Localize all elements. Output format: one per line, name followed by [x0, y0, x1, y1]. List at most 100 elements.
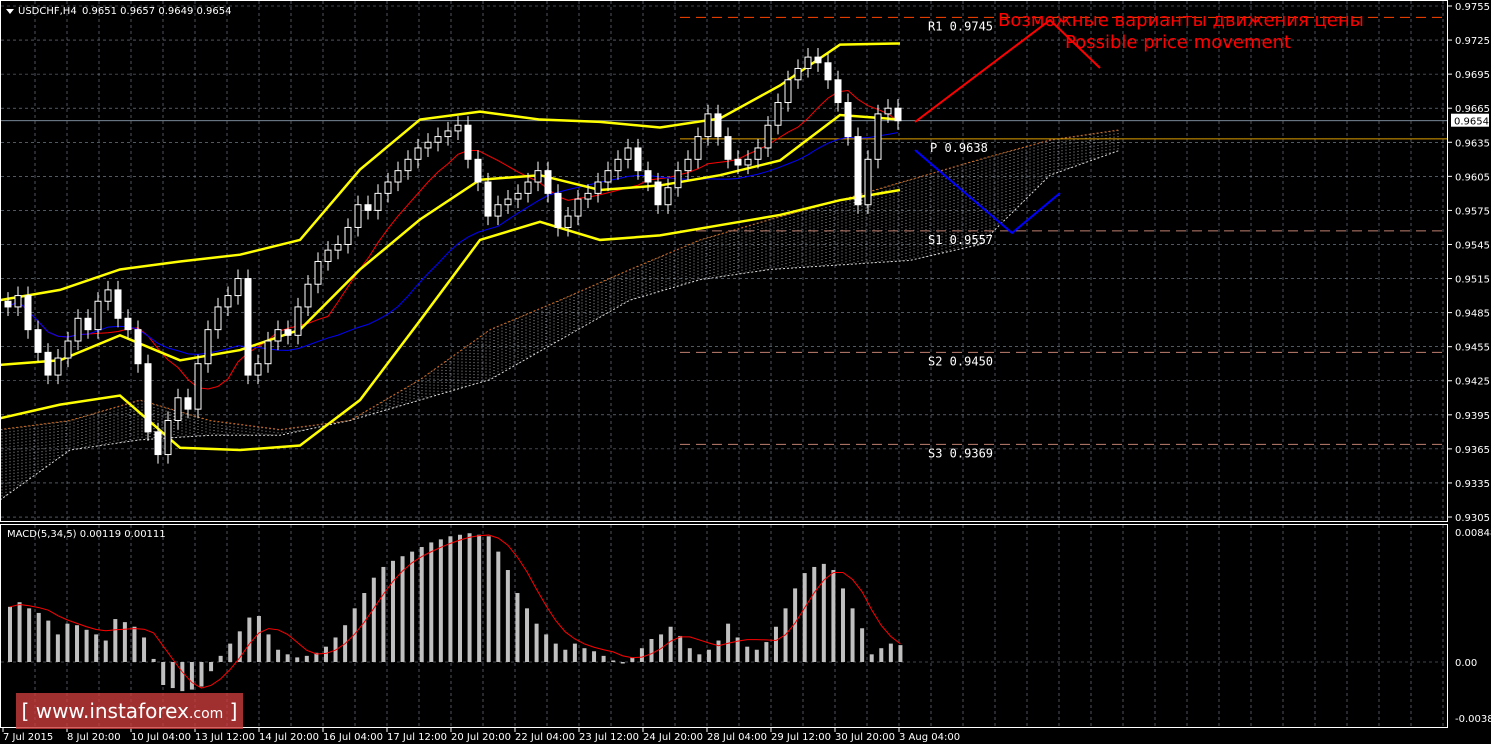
kijun-line: [7, 131, 899, 355]
candle-bull: [424, 141, 432, 149]
y-tick-label: 0.9365: [1455, 445, 1490, 456]
candle-bull: [534, 170, 542, 183]
candle-bear: [364, 204, 372, 211]
candle-bear: [714, 113, 722, 138]
candle-bull: [564, 215, 572, 228]
macd-bar: [247, 617, 252, 662]
candle-bear: [124, 317, 132, 331]
macd-signal-line: [9, 534, 901, 689]
y-tick-label: 0.9575: [1455, 206, 1490, 217]
candle-bull: [624, 147, 632, 160]
macd-bar: [505, 570, 510, 662]
macd-bar: [850, 608, 855, 662]
macd-bar: [706, 649, 711, 662]
macd-bar: [697, 654, 702, 662]
candle-bear: [554, 192, 562, 228]
macd-bar: [544, 634, 549, 662]
macd-bar: [611, 660, 616, 662]
macd-bar: [869, 654, 874, 662]
candle-bull: [324, 249, 332, 263]
forecast-down-line: [914, 149, 1061, 235]
macd-bar: [668, 626, 673, 662]
macd-bar: [898, 645, 903, 662]
macd-bar: [122, 622, 127, 662]
y-tick-label: 0.9335: [1455, 479, 1490, 490]
candles[interactable]: [4, 48, 902, 464]
candle-bull: [214, 306, 222, 331]
candle-bull: [444, 130, 452, 138]
macd-bar: [601, 655, 606, 662]
candle-bear: [184, 397, 192, 410]
macd-bar: [860, 628, 865, 662]
candle-bear: [34, 329, 42, 353]
y-tick-label: 0.9515: [1455, 275, 1490, 286]
candle-bull: [314, 261, 322, 285]
macd-y-tick-label: 0.00: [1455, 658, 1477, 669]
candle-bear: [134, 329, 142, 365]
candle-bull: [234, 278, 242, 297]
candle-bull: [744, 158, 752, 166]
macd-bar: [304, 655, 309, 662]
candle-bear: [244, 278, 252, 376]
candle-bull: [604, 170, 612, 183]
candle-bear: [834, 79, 842, 104]
chart: R1 0.9745 P 0.9638 S1 0.9557 S2 0.9450 S3 0.…: [0, 0, 1491, 743]
x-tick-label: 29 Jul 12:00: [771, 732, 831, 743]
candle-bear: [144, 363, 152, 433]
macd-bar: [448, 536, 453, 662]
price-axis[interactable]: 0.9755 0.9725 0.9695 0.9665 0.9635 0.9605 0.95…: [1448, 2, 1491, 725]
candle-bull: [14, 295, 22, 308]
bollinger-middle: [0, 113, 901, 367]
macd-bar: [276, 649, 281, 662]
macd-bar: [103, 640, 108, 662]
macd-bar: [620, 662, 625, 664]
macd-bar: [888, 643, 893, 662]
candle-bear: [894, 107, 902, 122]
candle-bear: [544, 170, 552, 194]
x-tick-label: 8 Jul 20:00: [67, 732, 121, 743]
macd-bar: [812, 566, 817, 662]
current-price-label: 0.9654: [1454, 117, 1489, 128]
macd-bar: [65, 623, 70, 662]
time-axis[interactable]: 7 Jul 2015 8 Jul 20:00 10 Jul 04:00 13 Jul …: [2, 728, 960, 743]
macd-bar: [113, 619, 118, 662]
candle-bull: [304, 283, 312, 308]
candle-bear: [474, 158, 482, 183]
x-tick-label: 3 Aug 04:00: [899, 732, 960, 743]
candle-bull: [404, 158, 412, 172]
candle-bull: [394, 170, 402, 183]
candle-bull: [94, 300, 102, 331]
dropdown-triangle-icon[interactable]: [6, 9, 14, 14]
candle-bear: [844, 102, 852, 138]
macd-bar: [46, 620, 51, 662]
candle-bull: [264, 340, 272, 365]
macd-bar: [429, 542, 434, 662]
macd-bar: [8, 606, 12, 662]
grid: [1, 1, 1447, 727]
candle-bear: [44, 351, 52, 376]
candle-bear: [644, 170, 652, 183]
macd-bar: [209, 662, 214, 672]
macd-bar: [371, 577, 376, 662]
x-tick-label: 20 Jul 20:00: [451, 732, 511, 743]
macd-bar: [592, 651, 597, 662]
instaforex-logo[interactable]: [ www.instaforex.com ]: [16, 693, 243, 729]
macd-bar: [687, 648, 692, 662]
macd-bar: [381, 566, 386, 662]
annotation-en: Possible price movement: [1065, 32, 1291, 53]
macd-bar: [745, 646, 750, 662]
macd-bar: [515, 593, 520, 662]
macd-y-tick-label: -0.00384: [1455, 714, 1491, 725]
candle-bear: [724, 136, 732, 160]
macd-bar: [840, 588, 845, 662]
candle-bear: [4, 300, 12, 308]
candle-bull: [164, 419, 172, 456]
x-tick-label: 22 Jul 04:00: [515, 732, 575, 743]
candle-bull: [334, 243, 342, 251]
macd-bar: [189, 662, 194, 690]
candle-bull: [784, 79, 792, 104]
macd-label: MACD(5,34,5) 0.00119 0.00111: [7, 529, 166, 540]
candle-bull: [774, 102, 782, 126]
candle-bull: [874, 113, 882, 160]
pivot-label-s3: S3 0.9369: [928, 446, 993, 460]
